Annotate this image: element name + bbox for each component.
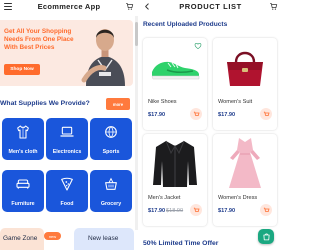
pink-dress-image <box>229 138 261 188</box>
product-price: $17.90 <box>218 208 236 214</box>
cart-icon[interactable] <box>125 2 134 11</box>
page-title: PRODUCT LIST <box>179 2 242 11</box>
category-label: Electronics <box>52 149 82 155</box>
category-label: Grocery <box>100 201 122 207</box>
promo-banner: Get All Your Shopping Needs From One Pla… <box>0 20 133 86</box>
categories-title: What Supplies We Provide? <box>0 100 90 107</box>
section-title: Recent Uploaded Products <box>143 21 228 28</box>
category-label: Furniture <box>11 201 35 207</box>
shirt-icon <box>17 125 29 139</box>
black-jacket-image <box>153 140 197 187</box>
product-price: $17.90 <box>148 208 166 214</box>
app-title: Ecommerce App <box>37 2 101 11</box>
category-label: Sports <box>102 149 120 155</box>
product-name: Men's Jacket <box>148 195 181 201</box>
promo-card-new-lease[interactable]: New lease <box>74 228 134 250</box>
product-list-screen: PRODUCT LIST Recent Uploaded Products Ni… <box>141 0 280 250</box>
add-to-cart-button[interactable] <box>260 204 272 216</box>
category-label: Food <box>60 201 74 207</box>
couch-icon <box>16 179 30 189</box>
category-grocery[interactable]: Grocery <box>90 170 132 212</box>
product-card-womens-dress[interactable]: Women's Dress $17.90 <box>213 134 277 226</box>
category-furniture[interactable]: Furniture <box>2 170 44 212</box>
scrollbar-track[interactable] <box>135 16 138 230</box>
new-badge: new <box>44 232 61 240</box>
category-mens-cloth[interactable]: Men's cloth <box>2 118 44 160</box>
cart-icon <box>193 207 199 212</box>
product-card-womens-suit[interactable]: Women's Suit $17.90 <box>213 38 277 130</box>
home-screen: Ecommerce App Get All Your Shopping Need… <box>0 0 138 250</box>
sports-icon <box>105 126 117 138</box>
promo-title: Game Zone <box>3 235 38 242</box>
categories-more-button[interactable]: more <box>106 98 130 110</box>
red-handbag-image <box>227 51 263 86</box>
laptop-icon <box>60 126 74 137</box>
shop-now-button[interactable]: Shop Now <box>4 64 40 75</box>
product-card-mens-jacket[interactable]: Men's Jacket $17.90 $18.90 <box>143 134 207 226</box>
grocery-basket-icon <box>105 177 117 190</box>
app-header: Ecommerce App <box>0 0 138 14</box>
cart-icon <box>263 111 269 116</box>
product-old-price: $18.90 <box>166 208 184 214</box>
green-sneaker-image <box>151 61 200 80</box>
add-to-cart-button[interactable] <box>260 108 272 120</box>
cart-icon[interactable] <box>269 2 278 11</box>
product-price: $17.90 <box>148 112 166 118</box>
add-to-cart-button[interactable] <box>190 108 202 120</box>
banner-headline: Get All Your Shopping Needs From One Pla… <box>4 28 74 51</box>
product-card-nike-shoes[interactable]: Nike Shoes $17.90 <box>143 38 207 130</box>
category-food[interactable]: Food <box>46 170 88 212</box>
category-sports[interactable]: Sports <box>90 118 132 160</box>
category-electronics[interactable]: Electronics <box>46 118 88 160</box>
product-price: $17.90 <box>218 112 236 118</box>
banner-model-image <box>81 29 125 86</box>
pizza-icon <box>61 177 73 191</box>
product-image <box>143 134 207 192</box>
floating-cart-button[interactable] <box>258 229 274 244</box>
product-image <box>213 134 277 192</box>
product-image <box>213 38 277 96</box>
shopping-bag-icon <box>262 233 270 241</box>
heart-icon[interactable] <box>194 42 202 50</box>
cart-icon <box>263 207 269 212</box>
offer-title: 50% Limited Time Offer <box>143 240 219 247</box>
promo-title: New lease <box>88 235 119 242</box>
promo-card-game-zone[interactable]: Game Zone <box>0 228 44 250</box>
product-name: Women's Suit <box>218 99 253 105</box>
category-label: Men's cloth <box>8 149 38 155</box>
scrollbar-thumb[interactable] <box>135 22 138 46</box>
add-to-cart-button[interactable] <box>190 204 202 216</box>
product-name: Nike Shoes <box>148 99 177 105</box>
cart-icon <box>193 111 199 116</box>
product-name: Women's Dress <box>218 195 258 201</box>
